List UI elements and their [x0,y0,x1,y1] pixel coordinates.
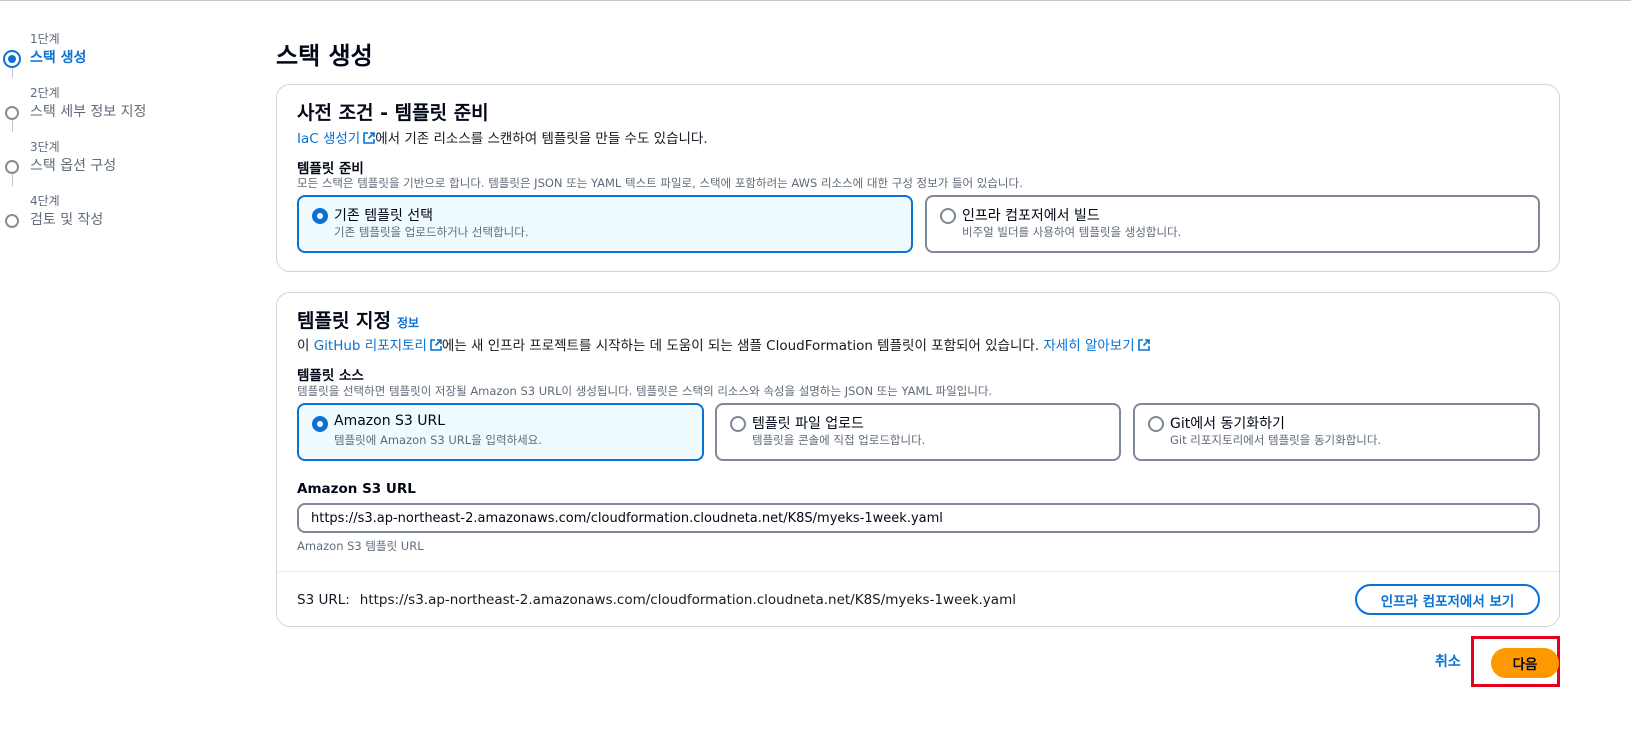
learn-more-link[interactable]: 자세히 알아보기 [1043,338,1150,354]
s3-url-input[interactable] [297,503,1540,533]
page-title: 스택 생성 [276,42,373,70]
radio-selected-icon[interactable] [312,416,328,432]
source-amazon-s3-url[interactable]: Amazon S3 URL 템플릿에 Amazon S3 URL을 입력하세요. [297,403,704,461]
external-link-icon [430,339,442,351]
field-description: 모든 스택은 템플릿을 기반으로 합니다. 템플릿은 JSON 또는 YAML … [297,176,1023,190]
option-existing-template[interactable]: 기존 템플릿 선택 기존 템플릿을 업로드하거나 선택합니다. [297,195,913,253]
specify-template-panel: 템플릿 지정 정보 이 GitHub 리포지토리 에는 새 인프라 프로젝트를 시작… [276,292,1560,627]
view-in-composer-button[interactable]: 인프라 컴포저에서 보기 [1355,584,1540,615]
radio-unselected-icon[interactable] [940,208,956,224]
panel-divider [277,571,1559,572]
panel-description: IaC 생성기 에서 기존 리소스를 스캔하여 템플릿을 만들 수도 있습니다. [297,131,708,147]
next-button[interactable]: 다음 [1491,648,1559,678]
prerequisite-panel: 사전 조건 - 템플릿 준비 IaC 생성기 에서 기존 리소스를 스캔하여 템플… [276,84,1560,272]
step-number: 1단계 [30,32,60,46]
field-description: 템플릿을 선택하면 템플릿이 저장될 Amazon S3 URL이 생성됩니다.… [297,384,993,398]
source-upload-file[interactable]: 템플릿 파일 업로드 템플릿을 콘솔에 직접 업로드합니다. [715,403,1121,461]
s3-url-summary-value: https://s3.ap-northeast-2.amazonaws.com/… [359,592,1016,608]
step-3: 3단계 스택 옵션 구성 [0,138,250,178]
radio-unselected-icon[interactable] [730,416,746,432]
next-button-highlight: 다음 [1471,636,1560,687]
option-description: 템플릿을 콘솔에 직접 업로드합니다. [752,433,926,447]
info-link[interactable]: 정보 [397,316,419,330]
cancel-button[interactable]: 취소 [1435,651,1461,671]
step-name: 검토 및 작성 [30,212,104,228]
option-label: Git에서 동기화하기 [1170,416,1285,432]
step-number: 2단계 [30,86,60,100]
external-link-icon [1137,339,1150,351]
step-number: 4단계 [30,194,60,208]
step-name: 스택 옵션 구성 [30,158,117,174]
option-label: 기존 템플릿 선택 [334,208,434,224]
option-label: Amazon S3 URL [334,413,446,429]
panel-description: 이 GitHub 리포지토리 에는 새 인프라 프로젝트를 시작하는 데 도움이 … [297,334,1150,354]
radio-selected-icon[interactable] [312,208,328,224]
source-git-sync[interactable]: Git에서 동기화하기 Git 리포지토리에서 템플릿을 동기화합니다. [1133,403,1540,461]
step-current-icon [3,50,21,68]
option-description: 기존 템플릿을 업로드하거나 선택합니다. [334,225,529,239]
step-name: 스택 세부 정보 지정 [30,104,147,120]
s3-url-summary: S3 URL: https://s3.ap-northeast-2.amazona… [297,592,1016,608]
option-infra-composer-build[interactable]: 인프라 컴포저에서 빌드 비주얼 빌더를 사용하여 템플릿을 생성합니다. [925,195,1540,253]
external-link-icon [363,132,376,144]
option-description: 템플릿에 Amazon S3 URL을 입력하세요. [334,433,542,447]
step-name: 스택 생성 [30,50,87,66]
step-2: 2단계 스택 세부 정보 지정 [0,84,250,124]
option-label: 인프라 컴포저에서 빌드 [962,208,1100,224]
iac-generator-link[interactable]: IaC 생성기 [297,131,376,147]
field-label: 템플릿 준비 [297,161,364,177]
step-number: 3단계 [30,140,60,154]
field-label: 템플릿 소스 [297,368,364,384]
option-description: Git 리포지토리에서 템플릿을 동기화합니다. [1170,433,1382,447]
step-pending-icon [5,160,19,174]
step-4: 4단계 검토 및 작성 [0,192,250,232]
s3-url-summary-label: S3 URL: [297,592,350,608]
option-description: 비주얼 빌더를 사용하여 템플릿을 생성합니다. [962,225,1182,239]
top-border [0,0,1631,1]
panel-title: 템플릿 지정 정보 [297,310,420,332]
github-repo-link[interactable]: GitHub 리포지토리 [314,338,442,354]
step-pending-icon [5,106,19,120]
step-1[interactable]: 1단계 스택 생성 [0,30,250,70]
url-field-label: Amazon S3 URL [297,481,416,497]
option-label: 템플릿 파일 업로드 [752,416,864,432]
radio-unselected-icon[interactable] [1148,416,1164,432]
step-pending-icon [5,214,19,228]
panel-title: 사전 조건 - 템플릿 준비 [297,102,489,124]
url-field-hint: Amazon S3 템플릿 URL [297,539,424,553]
